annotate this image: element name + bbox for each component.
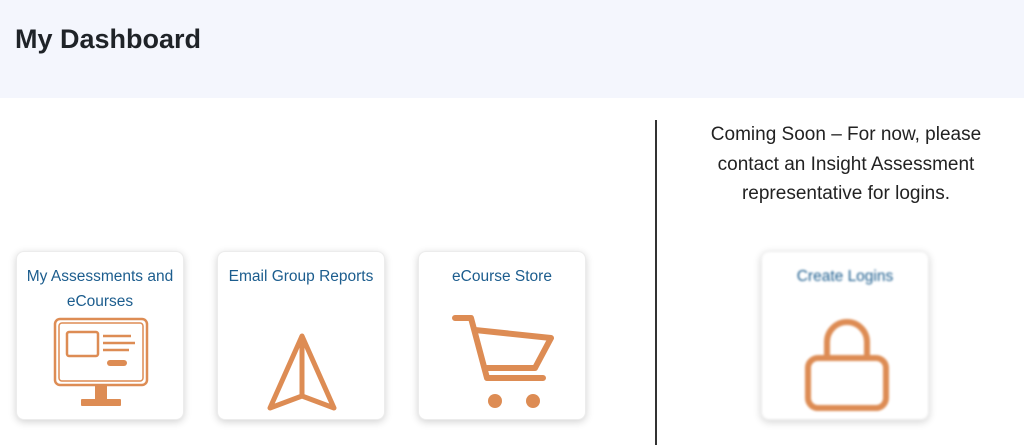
section-divider bbox=[655, 120, 657, 445]
create-logins-card: Create Logins bbox=[761, 251, 929, 420]
dashboard-header: My Dashboard bbox=[0, 0, 1024, 98]
email-group-reports-card[interactable]: Email Group Reports bbox=[217, 251, 385, 420]
ecourse-store-card[interactable]: eCourse Store bbox=[418, 251, 586, 420]
coming-soon-message: Coming Soon – For now, please contact an… bbox=[710, 124, 982, 204]
ecourse-store-label: eCourse Store bbox=[452, 268, 552, 285]
monitor-icon bbox=[53, 317, 149, 406]
page-title: My Dashboard bbox=[15, 24, 202, 54]
shopping-cart-icon bbox=[452, 315, 554, 408]
lock-icon bbox=[805, 319, 889, 411]
my-assessments-label: My Assessments and eCourses bbox=[26, 268, 174, 310]
my-assessments-card[interactable]: My Assessments and eCourses bbox=[16, 251, 184, 420]
email-group-reports-label: Email Group Reports bbox=[228, 268, 374, 285]
send-icon bbox=[267, 333, 337, 411]
create-logins-label: Create Logins bbox=[796, 268, 894, 285]
